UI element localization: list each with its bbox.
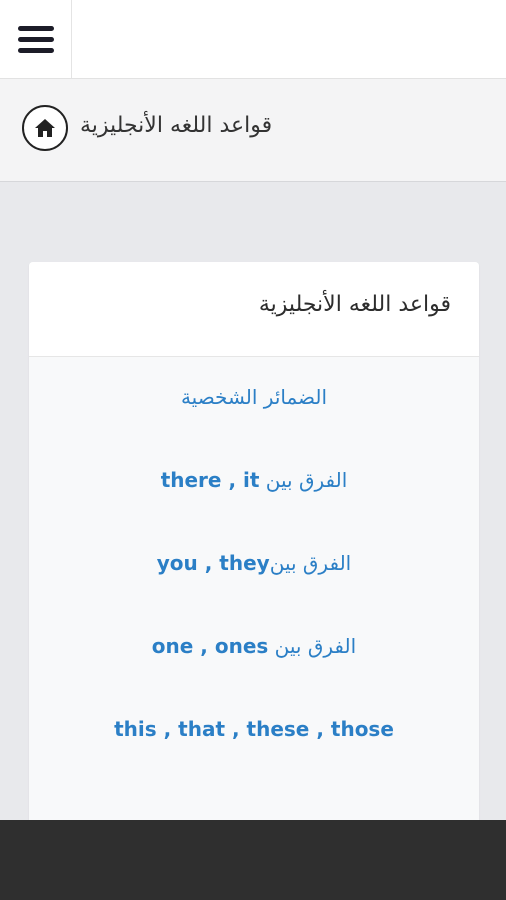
lesson-link-terms: you , they	[156, 551, 270, 575]
lesson-link-one-ones[interactable]: الفرق بين one , ones	[29, 605, 479, 688]
top-bar	[0, 0, 506, 79]
home-icon	[35, 119, 55, 137]
lesson-link-prefix: الفرق بين	[265, 468, 348, 492]
lesson-link-prefix: الفرق بين	[274, 634, 357, 658]
lessons-list: الضمائر الشخصية الفرق بين there , it الف…	[29, 356, 479, 771]
card-title: قواعد اللغه الأنجليزية	[258, 292, 451, 317]
hamburger-menu-icon-line	[17, 47, 54, 53]
hamburger-menu-icon-line	[17, 36, 54, 42]
lessons-card: قواعد اللغه الأنجليزية الضمائر الشخصية ا…	[29, 262, 479, 862]
hamburger-menu-icon	[17, 25, 54, 31]
lesson-link-terms: there , it	[160, 468, 260, 492]
bottom-bar	[0, 820, 506, 900]
breadcrumb-label: قواعد اللغه الأنجليزية	[80, 113, 273, 138]
lesson-link-prefix: الفرق بين	[269, 551, 352, 575]
lesson-link-terms: this , that , these , those	[114, 717, 394, 741]
lesson-link-you-they[interactable]: الفرق بينyou , they	[29, 522, 479, 605]
lesson-link-text: الضمائر الشخصية	[180, 385, 328, 409]
home-button[interactable]	[22, 105, 68, 151]
card-header: قواعد اللغه الأنجليزية	[29, 262, 479, 357]
lesson-link-personal-pronouns[interactable]: الضمائر الشخصية	[29, 356, 479, 439]
menu-button[interactable]	[0, 0, 72, 78]
lesson-link-demonstratives[interactable]: this , that , these , those	[29, 688, 479, 771]
breadcrumb: قواعد اللغه الأنجليزية	[0, 79, 506, 182]
lesson-link-there-it[interactable]: الفرق بين there , it	[29, 439, 479, 522]
lesson-link-terms: one , ones	[151, 634, 269, 658]
